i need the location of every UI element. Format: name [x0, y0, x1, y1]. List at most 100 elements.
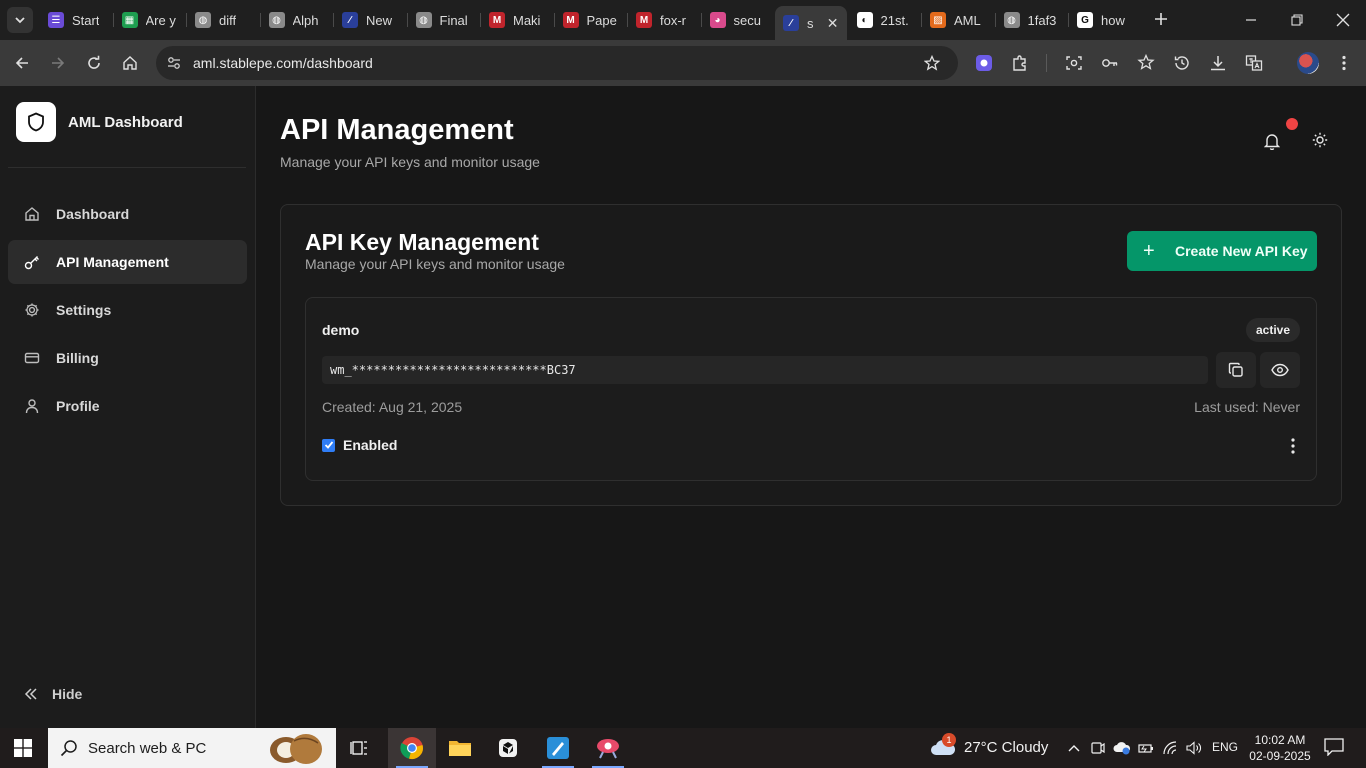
browser-tab[interactable]: Mfox-r	[628, 6, 700, 34]
theme-toggle-button[interactable]	[1312, 132, 1332, 152]
reveal-key-button[interactable]	[1260, 352, 1300, 388]
start-button[interactable]	[14, 739, 32, 757]
sidebar-item-profile[interactable]: Profile	[8, 384, 247, 428]
new-tab-button[interactable]	[1150, 8, 1172, 30]
clock[interactable]: 10:02 AM 02-09-2025	[1248, 732, 1312, 764]
forward-button[interactable]	[46, 51, 70, 75]
back-button[interactable]	[10, 51, 34, 75]
tab-favicon-icon: ∕	[783, 15, 799, 31]
clock-date: 02-09-2025	[1249, 749, 1311, 763]
close-window-button[interactable]	[1320, 0, 1366, 40]
action-center-button[interactable]	[1324, 738, 1344, 758]
plus-icon	[1155, 13, 1167, 25]
browser-tab[interactable]: ◍ diff	[187, 6, 259, 34]
browser-tab[interactable]: ☰ Start	[40, 6, 112, 34]
extension-app-icon	[976, 55, 992, 71]
sidebar-item-billing[interactable]: Billing	[8, 336, 247, 380]
wifi-icon	[1163, 741, 1177, 755]
browser-tab[interactable]: ◍ Final	[408, 6, 480, 34]
browser-menu-button[interactable]	[1332, 51, 1356, 75]
card-subtitle: Manage your API keys and monitor usage	[305, 256, 565, 272]
tab-label: how	[1101, 12, 1125, 28]
windows-taskbar: Search web & PC 1 27°C Cloudy ENG 10:02 …	[0, 728, 1366, 768]
browser-tab[interactable]: ▨ AML	[922, 6, 994, 34]
credit-card-icon	[24, 350, 40, 366]
taskbar-app-5[interactable]	[584, 728, 632, 768]
bookmark-star-icon[interactable]	[924, 55, 940, 71]
page-title: API Management	[280, 114, 514, 146]
bell-icon	[1264, 134, 1280, 150]
tray-battery[interactable]	[1136, 738, 1156, 758]
copy-key-button[interactable]	[1216, 352, 1256, 388]
address-bar[interactable]: aml.stablepe.com/dashboard	[156, 46, 958, 80]
home-button[interactable]	[118, 51, 142, 75]
chevron-up-icon	[1068, 745, 1080, 752]
close-tab-icon[interactable]: ✕	[827, 15, 839, 32]
tab-label: 21st.	[880, 12, 909, 28]
restore-icon	[1291, 14, 1303, 26]
task-view-button[interactable]	[336, 728, 384, 768]
tab-label: Pape	[586, 12, 617, 28]
browser-tab[interactable]: M Pape	[555, 6, 627, 34]
show-hidden-icons-button[interactable]	[1064, 738, 1084, 758]
extensions-button[interactable]	[1008, 51, 1032, 75]
sidebar-item-api-management[interactable]: API Management	[8, 240, 247, 284]
video-icon	[1091, 742, 1105, 754]
screenshot-button[interactable]	[1062, 51, 1086, 75]
tray-wifi[interactable]	[1160, 738, 1180, 758]
browser-tab[interactable]: ◐ 21st.	[849, 6, 921, 34]
browser-toolbar: aml.stablepe.com/dashboard	[0, 40, 1366, 86]
create-api-key-button[interactable]: + Create New API Key	[1127, 231, 1317, 271]
tab-label: 1faf3	[1027, 12, 1057, 28]
restore-button[interactable]	[1274, 0, 1320, 40]
sidebar-item-dashboard[interactable]: Dashboard	[8, 192, 247, 236]
translate-button[interactable]	[1242, 51, 1266, 75]
browser-tab[interactable]: ∕ New	[334, 6, 406, 34]
page-subtitle: Manage your API keys and monitor usage	[280, 154, 540, 170]
tab-favicon-icon: M	[489, 12, 505, 28]
sidebar: AML Dashboard Dashboard API Management S…	[0, 86, 256, 728]
hide-sidebar-button[interactable]: Hide	[24, 686, 82, 702]
taskbar-app-4[interactable]	[534, 728, 582, 768]
created-date: Created: Aug 21, 2025	[322, 399, 463, 415]
browser-tab[interactable]: M Maki	[481, 6, 553, 34]
language-indicator[interactable]: ENG	[1212, 740, 1238, 754]
downloads-button[interactable]	[1206, 51, 1230, 75]
tray-meet-now[interactable]	[1088, 738, 1108, 758]
weather-widget[interactable]: 1 27°C Cloudy	[930, 733, 1048, 757]
home-icon	[24, 206, 40, 222]
sidebar-item-label: Billing	[56, 350, 99, 366]
tab-favicon-icon: ◍	[415, 12, 432, 28]
tray-volume[interactable]	[1184, 738, 1204, 758]
minimize-button[interactable]	[1228, 0, 1274, 40]
taskbar-chrome[interactable]	[388, 728, 436, 768]
download-icon	[1211, 56, 1225, 71]
brand[interactable]: AML Dashboard	[16, 102, 183, 142]
enabled-checkbox[interactable]	[322, 438, 335, 452]
taskbar-app-3[interactable]	[484, 728, 532, 768]
tray-onedrive[interactable]	[1112, 738, 1132, 758]
tab-favicon-icon: ◍	[1003, 12, 1020, 28]
taskbar-file-explorer[interactable]	[436, 728, 484, 768]
enabled-toggle[interactable]: Enabled	[322, 437, 397, 453]
browser-tab[interactable]: ▦ Are y	[114, 6, 186, 34]
notifications-button[interactable]	[1264, 132, 1284, 152]
favorites-button[interactable]	[1134, 51, 1158, 75]
history-button[interactable]	[1170, 51, 1194, 75]
app-cube-icon	[499, 739, 517, 757]
sidebar-item-settings[interactable]: Settings	[8, 288, 247, 332]
browser-tab[interactable]: ∕ s ✕	[775, 6, 847, 40]
profile-avatar[interactable]	[1297, 52, 1319, 74]
extension-button[interactable]	[972, 51, 996, 75]
tab-favicon-icon: ◍	[195, 12, 211, 28]
reload-button[interactable]	[82, 51, 106, 75]
passwords-button[interactable]	[1098, 51, 1122, 75]
browser-tab[interactable]: ◍ Alph	[261, 6, 333, 34]
tab-search-button[interactable]	[7, 7, 33, 33]
browser-tab[interactable]: Ghow	[1069, 6, 1141, 34]
browser-tab[interactable]: ◕ secu	[702, 6, 774, 34]
site-info-icon[interactable]	[166, 55, 182, 71]
tab-label: New	[366, 12, 393, 28]
key-options-button[interactable]	[1286, 436, 1300, 456]
browser-tab[interactable]: ◍ 1faf3	[996, 6, 1068, 34]
